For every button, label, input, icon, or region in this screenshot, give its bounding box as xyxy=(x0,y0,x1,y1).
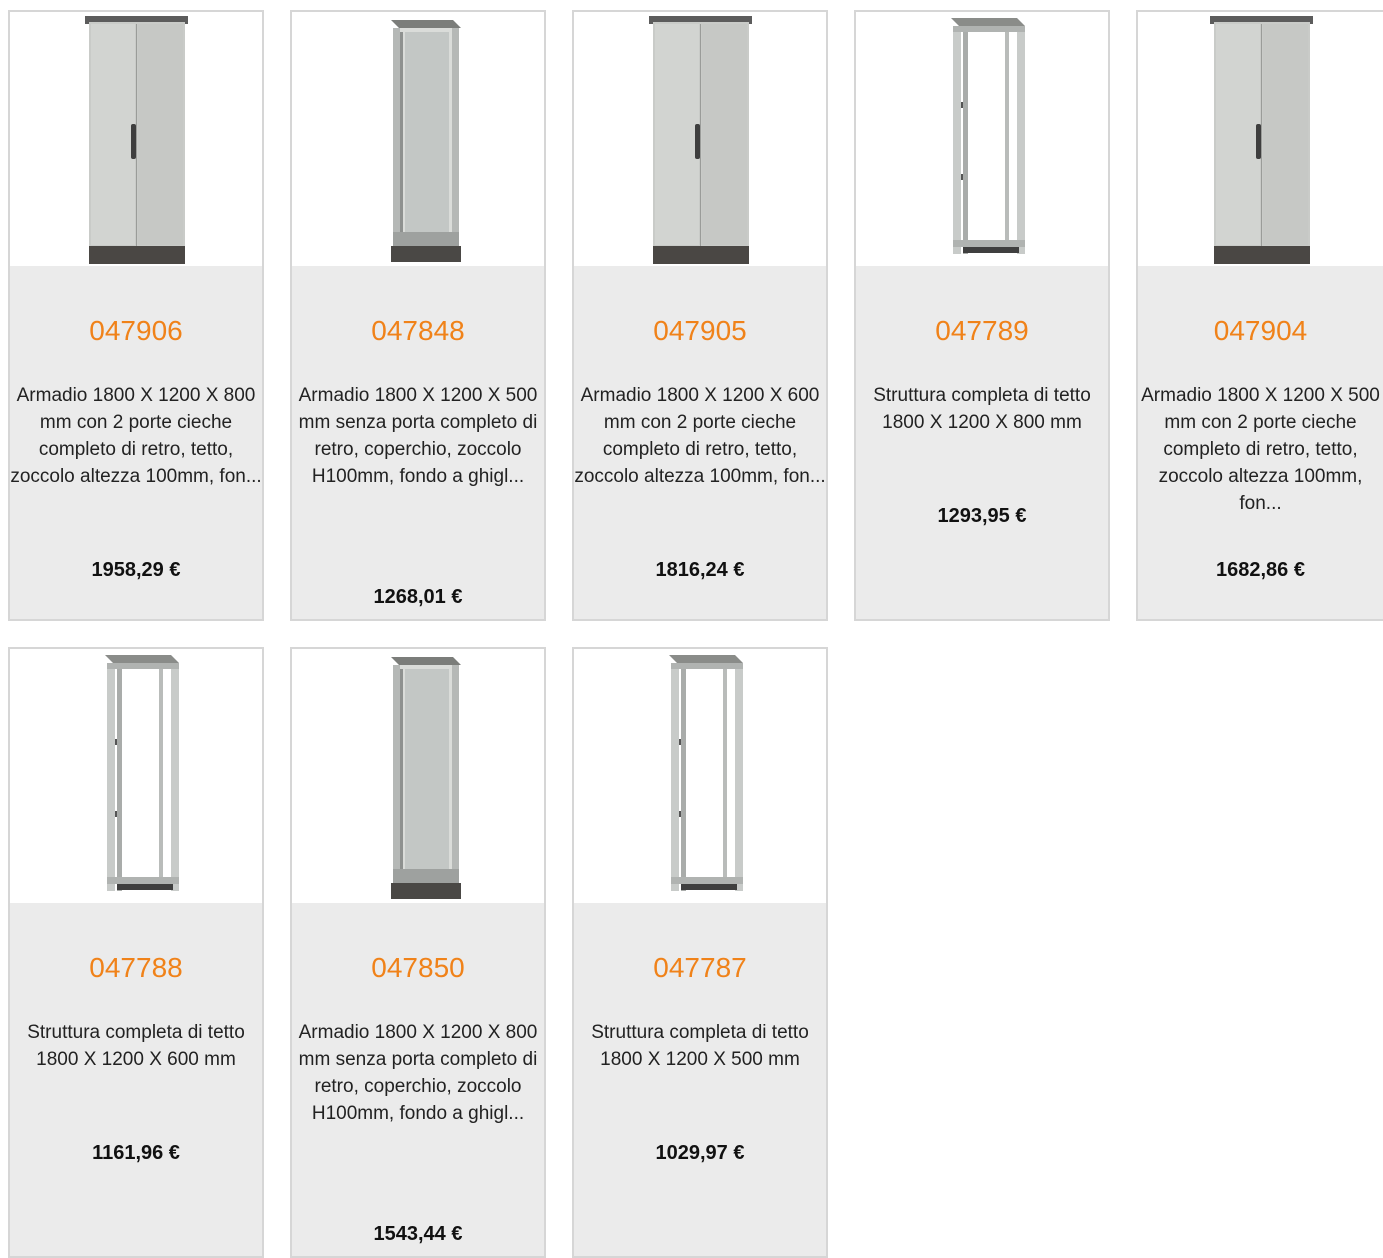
open-cabinet-with-back-icon xyxy=(391,657,461,899)
closed-cabinet-icon xyxy=(85,16,188,264)
product-card[interactable]: 047905 Armadio 1800 X 1200 X 600 mm con … xyxy=(572,10,828,621)
product-card[interactable]: 047904 Armadio 1800 X 1200 X 500 mm con … xyxy=(1136,10,1383,621)
product-code-link[interactable]: 047787 xyxy=(574,949,826,987)
product-description: Struttura completa di tetto 1800 X 1200 … xyxy=(27,1022,245,1070)
product-image[interactable] xyxy=(1138,12,1383,266)
product-description: Armadio 1800 X 1200 X 500 mm senza porta… xyxy=(298,385,538,487)
product-image[interactable] xyxy=(292,12,544,266)
product-price: 1293,95 € xyxy=(937,505,1027,527)
product-grid: 047906 Armadio 1800 X 1200 X 800 mm con … xyxy=(8,10,1383,1258)
product-image[interactable] xyxy=(292,649,544,903)
product-image[interactable] xyxy=(574,649,826,903)
product-code-link[interactable]: 047788 xyxy=(10,949,262,987)
product-price: 1029,97 € xyxy=(655,1142,745,1164)
product-description: Armadio 1800 X 1200 X 800 mm senza porta… xyxy=(298,1022,538,1124)
product-description: Armadio 1800 X 1200 X 600 mm con 2 porte… xyxy=(574,385,826,487)
product-code-link[interactable]: 047905 xyxy=(574,312,826,350)
product-code-link[interactable]: 047904 xyxy=(1138,312,1383,350)
product-code-link[interactable]: 047848 xyxy=(292,312,544,350)
product-card[interactable]: 047906 Armadio 1800 X 1200 X 800 mm con … xyxy=(8,10,264,621)
product-description: Struttura completa di tetto 1800 X 1200 … xyxy=(591,1022,809,1070)
product-card[interactable]: 047850 Armadio 1800 X 1200 X 800 mm senz… xyxy=(290,647,546,1258)
product-card[interactable]: 047788 Struttura completa di tetto 1800 … xyxy=(8,647,264,1258)
product-price: 1816,24 € xyxy=(655,559,745,581)
product-image[interactable] xyxy=(574,12,826,266)
product-image[interactable] xyxy=(10,12,262,266)
product-price: 1958,29 € xyxy=(91,559,181,581)
product-code-link[interactable]: 047906 xyxy=(10,312,262,350)
product-description: Struttura completa di tetto 1800 X 1200 … xyxy=(873,385,1091,433)
closed-cabinet-icon xyxy=(1209,16,1313,264)
product-description: Armadio 1800 X 1200 X 800 mm con 2 porte… xyxy=(10,385,262,487)
open-cabinet-with-back-icon xyxy=(391,20,461,262)
product-price: 1268,01 € xyxy=(373,586,463,608)
product-card[interactable]: 047848 Armadio 1800 X 1200 X 500 mm senz… xyxy=(290,10,546,621)
frame-structure-icon xyxy=(105,655,179,891)
frame-structure-icon xyxy=(951,18,1025,254)
product-price: 1161,96 € xyxy=(92,1142,180,1164)
product-card[interactable]: 047789 Struttura completa di tetto 1800 … xyxy=(854,10,1110,621)
frame-structure-icon xyxy=(669,655,743,891)
product-image[interactable] xyxy=(10,649,262,903)
product-description: Armadio 1800 X 1200 X 500 mm con 2 porte… xyxy=(1141,385,1380,514)
product-card[interactable]: 047787 Struttura completa di tetto 1800 … xyxy=(572,647,828,1258)
product-image[interactable] xyxy=(856,12,1108,266)
closed-cabinet-icon xyxy=(649,16,752,264)
product-code-link[interactable]: 047850 xyxy=(292,949,544,987)
product-code-link[interactable]: 047789 xyxy=(856,312,1108,350)
product-price: 1543,44 € xyxy=(373,1223,463,1245)
product-price: 1682,86 € xyxy=(1216,559,1305,581)
